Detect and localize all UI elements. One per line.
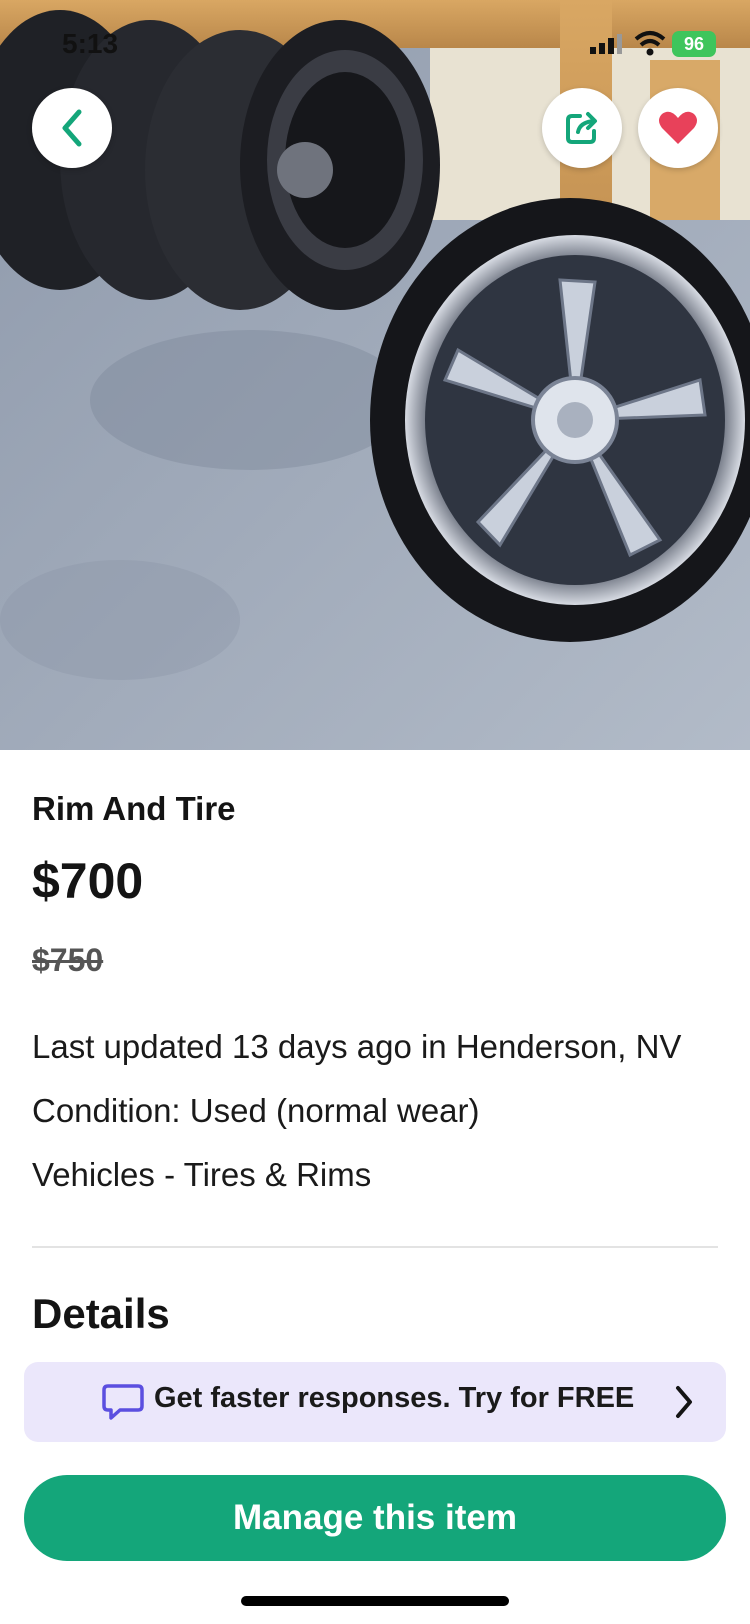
listing-title: Rim And Tire bbox=[32, 790, 236, 827]
chevron-right-icon bbox=[676, 1386, 692, 1418]
cellular-signal-icon bbox=[590, 34, 622, 54]
share-icon bbox=[566, 112, 597, 144]
manage-item-button[interactable]: Manage this item bbox=[24, 1475, 726, 1561]
last-updated-text: Last updated 13 days ago in Henderson, N… bbox=[32, 1028, 682, 1065]
share-button[interactable] bbox=[542, 88, 622, 168]
home-indicator bbox=[241, 1596, 509, 1606]
promo-text: Get faster responses. Try for FREE bbox=[154, 1382, 635, 1414]
section-divider bbox=[32, 1246, 718, 1248]
photo-illustration bbox=[0, 0, 750, 750]
promo-banner[interactable]: Get faster responses. Try for FREE bbox=[24, 1362, 726, 1442]
status-bar: 5:13 96 bbox=[0, 0, 750, 90]
listing-price: $700 bbox=[32, 853, 144, 909]
category-link[interactable]: Vehicles - Tires & Rims bbox=[32, 1156, 371, 1194]
wifi-icon bbox=[634, 31, 666, 56]
chat-bubble-icon bbox=[102, 1384, 144, 1420]
details-heading: Details bbox=[32, 1290, 170, 1337]
original-price: $750 bbox=[32, 942, 104, 978]
status-time: 5:13 bbox=[62, 28, 119, 59]
listing-photo[interactable] bbox=[0, 0, 750, 750]
favorite-button[interactable] bbox=[638, 88, 718, 168]
heart-icon bbox=[659, 111, 697, 144]
battery-indicator: 96 bbox=[672, 31, 716, 57]
back-button[interactable] bbox=[32, 88, 112, 168]
chevron-left-icon bbox=[62, 109, 82, 147]
condition-text: Condition: Used (normal wear) bbox=[32, 1092, 480, 1129]
